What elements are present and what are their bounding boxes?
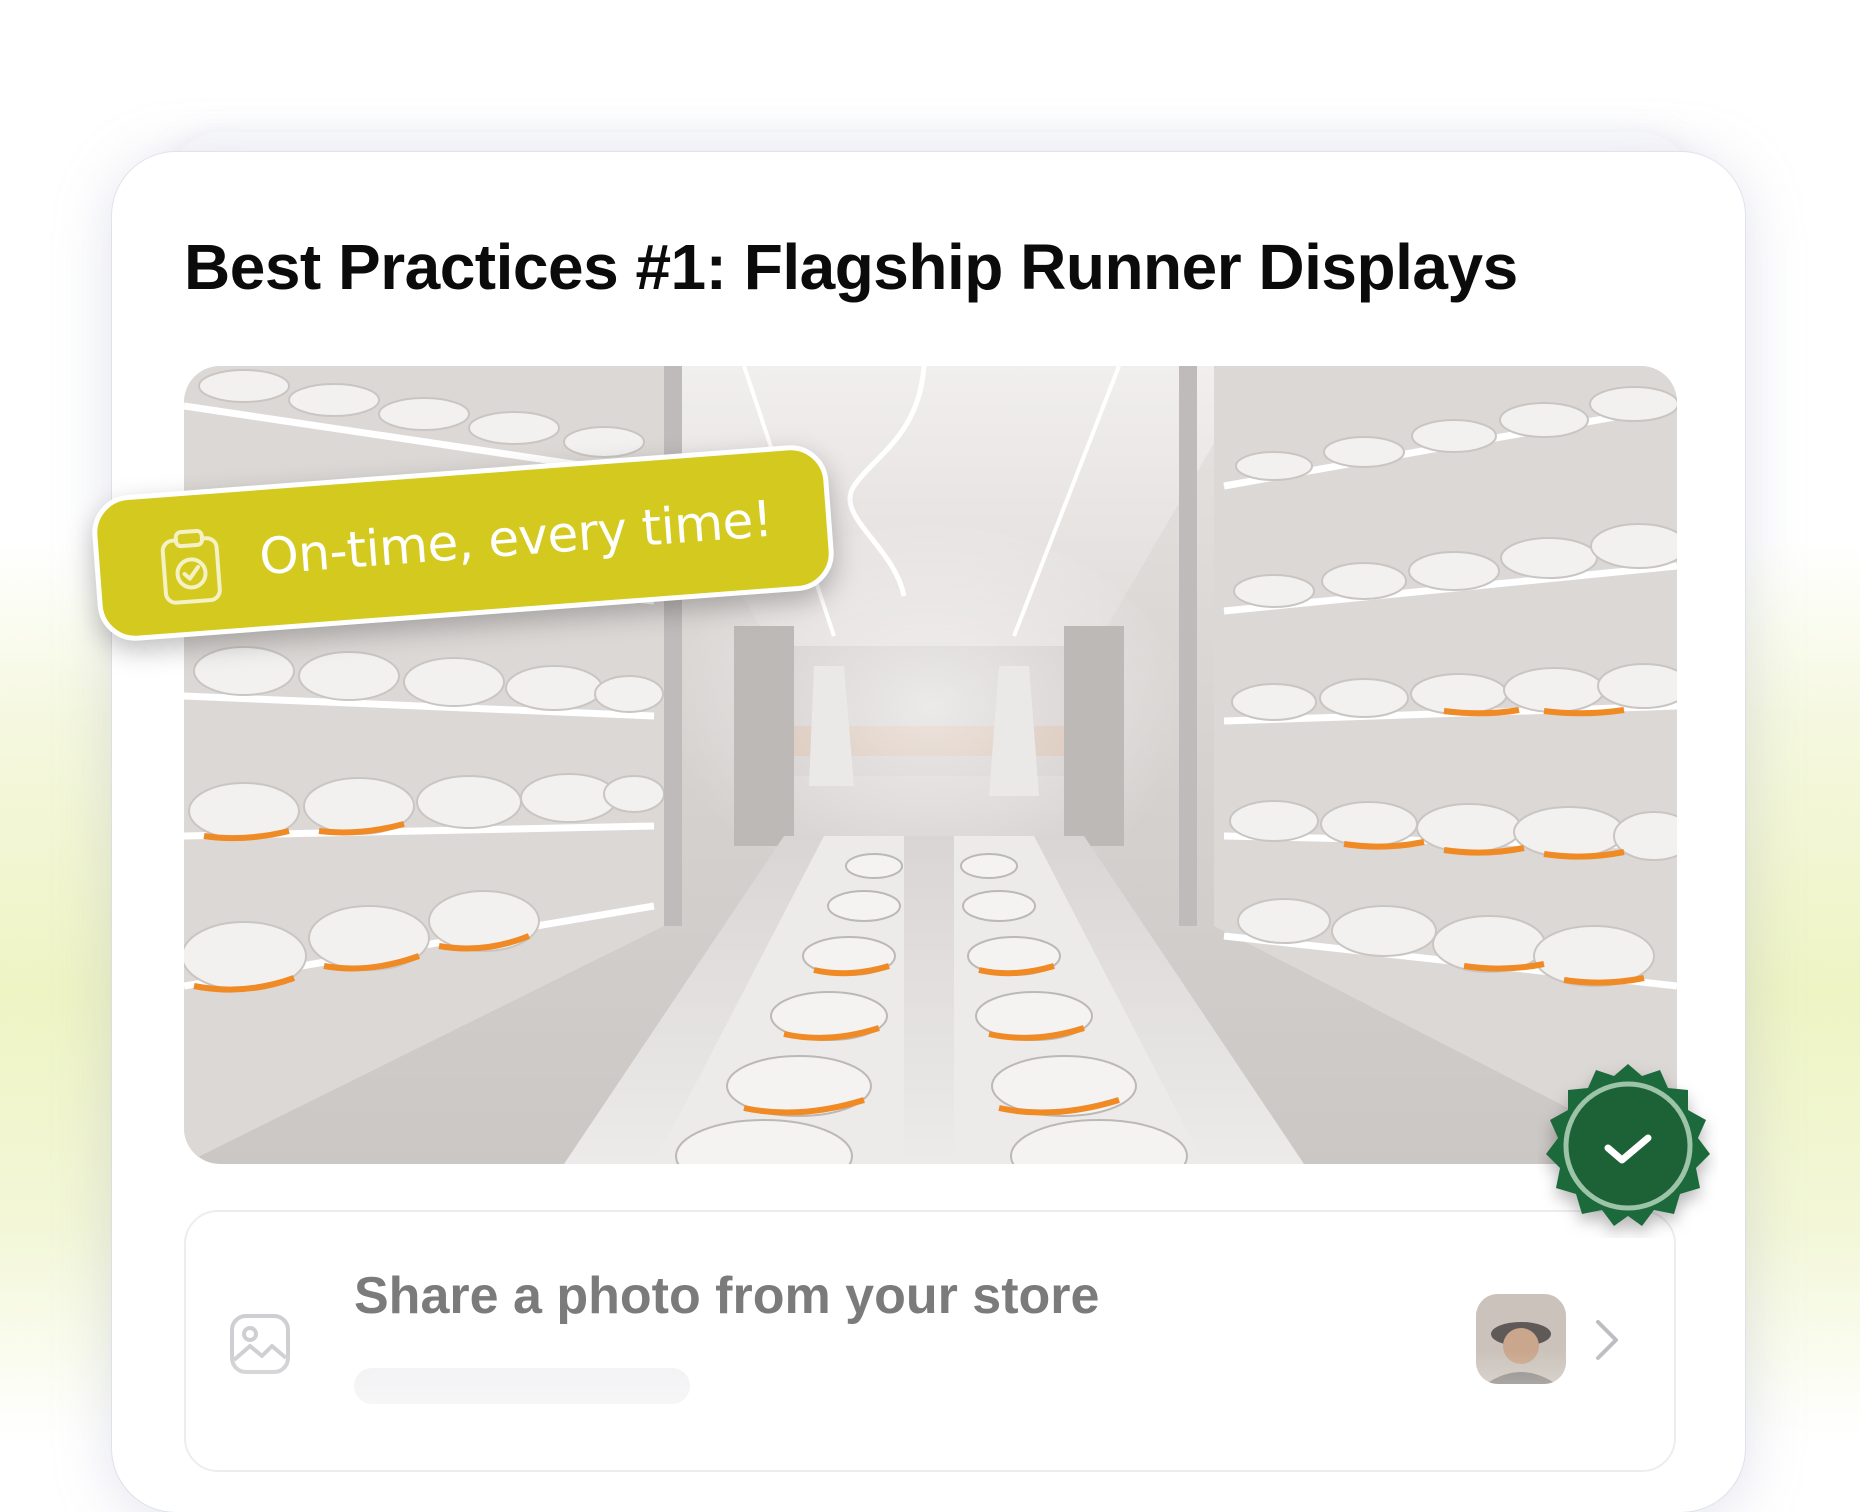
image-icon — [230, 1314, 290, 1374]
tag-text: On-time, every time! — [257, 489, 775, 587]
share-photo-row[interactable]: Share a photo from your store — [184, 1210, 1676, 1472]
share-photo-label: Share a photo from your store — [354, 1267, 1100, 1325]
placeholder-bar — [354, 1368, 690, 1404]
completed-badge — [1546, 1064, 1710, 1226]
clipboard-check-icon — [160, 528, 222, 605]
avatar — [1476, 1294, 1566, 1384]
card-title: Best Practices #1: Flagship Runner Displ… — [184, 231, 1518, 303]
best-practice-card: Best Practices #1: Flagship Runner Displ… — [112, 152, 1745, 1512]
chevron-right-icon[interactable] — [1592, 1316, 1622, 1364]
